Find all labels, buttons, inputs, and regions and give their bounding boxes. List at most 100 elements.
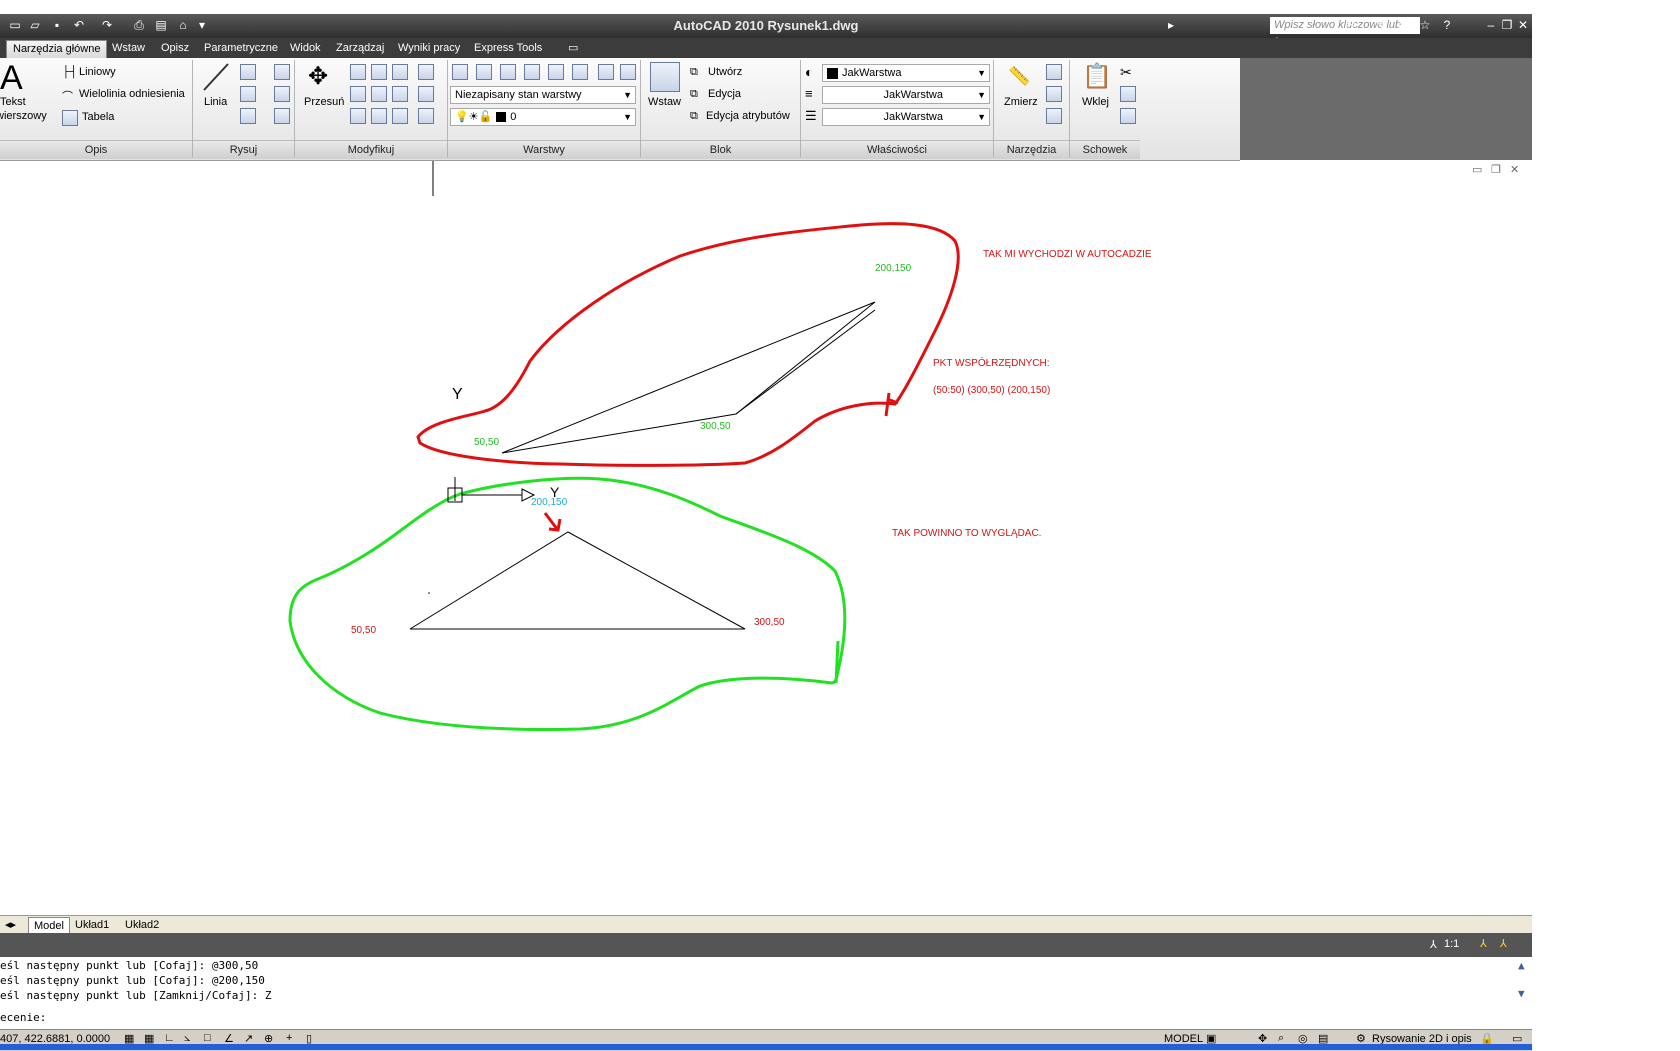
auto-scale-icon[interactable]: ⅄: [1500, 937, 1507, 950]
utworz-button[interactable]: Utwórz: [708, 66, 742, 78]
restore-icon[interactable]: ❐: [1500, 18, 1514, 32]
lineweight-icon[interactable]: ☰: [805, 108, 817, 124]
explode-icon[interactable]: [392, 86, 408, 102]
line-tool-icon[interactable]: [202, 62, 230, 92]
wklej-button[interactable]: Wklej: [1082, 96, 1109, 108]
tab-parametryczne[interactable]: Parametryczne: [198, 40, 284, 57]
quick-select-icon[interactable]: [1046, 64, 1062, 80]
layer-state-dropdown[interactable]: Niezapisany stan warstwy ▼: [450, 86, 636, 104]
layer-freeze-icon[interactable]: [548, 64, 564, 80]
tekst-label[interactable]: Tekst: [0, 96, 26, 108]
layer-match-icon[interactable]: [598, 64, 614, 80]
table-icon[interactable]: [62, 110, 78, 126]
rectangle-icon[interactable]: [274, 86, 290, 102]
tab-scroll-first-icon[interactable]: ◂▸: [0, 917, 21, 933]
layer-previous-icon[interactable]: [620, 64, 636, 80]
ortho-icon[interactable]: ∟: [164, 1032, 175, 1044]
command-prompt[interactable]: ecenie:: [0, 1011, 46, 1024]
scroll-down-icon[interactable]: ▼: [1518, 987, 1525, 1000]
edycja-atrybutow-button[interactable]: Edycja atrybutów: [706, 110, 790, 122]
calculator-icon[interactable]: [1046, 108, 1062, 124]
layer-states-icon[interactable]: [476, 64, 492, 80]
leader-icon[interactable]: ⌒: [62, 88, 73, 104]
circle-icon[interactable]: [240, 86, 256, 102]
polyline-icon[interactable]: [240, 64, 256, 80]
tab-opisz[interactable]: Opisz: [155, 40, 195, 57]
trim-icon[interactable]: [392, 64, 408, 80]
match-properties-icon[interactable]: [1120, 108, 1136, 124]
wierszowy-label[interactable]: wierszowy: [0, 110, 47, 122]
panel-title-rysuj[interactable]: Rysuj: [193, 140, 294, 159]
liniowy-button[interactable]: Liniowy: [79, 66, 116, 78]
binoculars-icon[interactable]: ⚯: [1344, 18, 1358, 32]
fillet-icon[interactable]: [371, 86, 387, 102]
text-a-icon[interactable]: A: [0, 58, 23, 98]
osnap-icon[interactable]: □: [204, 1032, 211, 1044]
tabela-button[interactable]: Tabela: [82, 111, 114, 123]
layer-isolate-icon[interactable]: [500, 64, 516, 80]
command-window[interactable]: eśl następny punkt lub [Cofaj]: @300,50 …: [0, 957, 1532, 1030]
panel-title-warstwy[interactable]: Warstwy: [448, 140, 640, 159]
layer-properties-icon[interactable]: [452, 64, 468, 80]
drawing-canvas[interactable]: ▭ ❐ ✕ Y 50,50 300,50 200,150 TAK MI WYCH…: [0, 161, 1532, 915]
wstaw-button[interactable]: Wstaw: [648, 96, 681, 108]
edycja-button[interactable]: Edycja: [708, 88, 741, 100]
layer-dropdown[interactable]: 💡☀🔓 0 ▼: [450, 108, 636, 126]
linia-button[interactable]: Linia: [204, 96, 227, 108]
create-block-icon[interactable]: ⧉: [690, 66, 698, 79]
annotation-scale-icon[interactable]: ⅄: [1430, 938, 1437, 951]
copy-clip-icon[interactable]: [1120, 86, 1136, 102]
tab-narzedzia-glowne[interactable]: Narzędzia główne: [6, 40, 108, 58]
panel-title-blok[interactable]: Blok: [641, 140, 800, 159]
tab-widok[interactable]: Widok: [284, 40, 327, 57]
paste-icon[interactable]: 📋: [1082, 62, 1112, 91]
ribbon-minimize-icon[interactable]: ▭: [562, 40, 584, 57]
lineweight-toggle-icon[interactable]: +: [286, 1032, 292, 1044]
panel-title-schowek[interactable]: Schowek: [1070, 140, 1140, 159]
offset-icon[interactable]: [418, 108, 434, 124]
tab-express-tools[interactable]: Express Tools: [468, 40, 548, 57]
insert-block-icon[interactable]: [650, 62, 680, 92]
linetype-dropdown[interactable]: JakWarstwa ▼: [822, 86, 990, 104]
cut-icon[interactable]: ✂: [1120, 64, 1132, 81]
hatch-icon[interactable]: [274, 108, 290, 124]
minimize-icon[interactable]: –: [1484, 18, 1498, 32]
scroll-up-icon[interactable]: ▲: [1518, 959, 1525, 972]
array-icon[interactable]: [392, 108, 408, 124]
panel-title-narzedzia[interactable]: Narzędzia: [994, 140, 1069, 159]
lineweight-dropdown[interactable]: JakWarstwa ▼: [822, 108, 990, 126]
move-icon[interactable]: ✥: [308, 62, 328, 91]
mirror-icon[interactable]: [350, 86, 366, 102]
przesun-button[interactable]: Przesuń: [304, 96, 344, 108]
layer-lock-icon[interactable]: [572, 64, 588, 80]
close-icon[interactable]: ✕: [1516, 18, 1530, 32]
stretch-icon[interactable]: [350, 108, 366, 124]
ruler-icon[interactable]: 📏: [1008, 66, 1030, 87]
annotation-scale[interactable]: 1:1: [1444, 938, 1459, 950]
color-dropdown[interactable]: JakWarstwa ▼: [822, 64, 990, 82]
tab-zarzadzaj[interactable]: Zarządzaj: [330, 40, 390, 57]
panel-title-modyfikuj[interactable]: Modyfikuj: [295, 140, 447, 159]
scale-tool-icon[interactable]: [418, 86, 434, 102]
zmierz-button[interactable]: Zmierz: [1004, 96, 1038, 108]
rotate-icon[interactable]: [371, 64, 387, 80]
scale-icon[interactable]: [371, 108, 387, 124]
id-point-icon[interactable]: [1046, 86, 1062, 102]
tab-wyniki-pracy[interactable]: Wyniki pracy: [392, 40, 466, 57]
wrench-icon[interactable]: ✎: [1374, 18, 1388, 32]
copy-tool-icon[interactable]: [350, 64, 366, 80]
layer-off-icon[interactable]: [524, 64, 540, 80]
help-icon[interactable]: ?: [1440, 18, 1454, 32]
tab-wstaw[interactable]: Wstaw: [106, 40, 151, 57]
ellipse-icon[interactable]: [240, 108, 256, 124]
annotation-visibility-icon[interactable]: ⅄: [1480, 937, 1487, 950]
arc-icon[interactable]: [274, 64, 290, 80]
search-expand-icon[interactable]: ▸: [1164, 18, 1178, 32]
panel-title-wlasciwosci[interactable]: Właściwości: [801, 140, 993, 159]
panel-title-opis[interactable]: Opis: [0, 140, 192, 159]
edit-block-icon[interactable]: ⧉: [690, 88, 698, 101]
linetype-icon[interactable]: ≡: [805, 86, 813, 101]
edit-attributes-icon[interactable]: ⧉: [690, 110, 698, 123]
dimension-linear-icon[interactable]: ├┤: [62, 66, 78, 78]
wielolinia-button[interactable]: Wielolinia odniesienia: [79, 88, 185, 100]
